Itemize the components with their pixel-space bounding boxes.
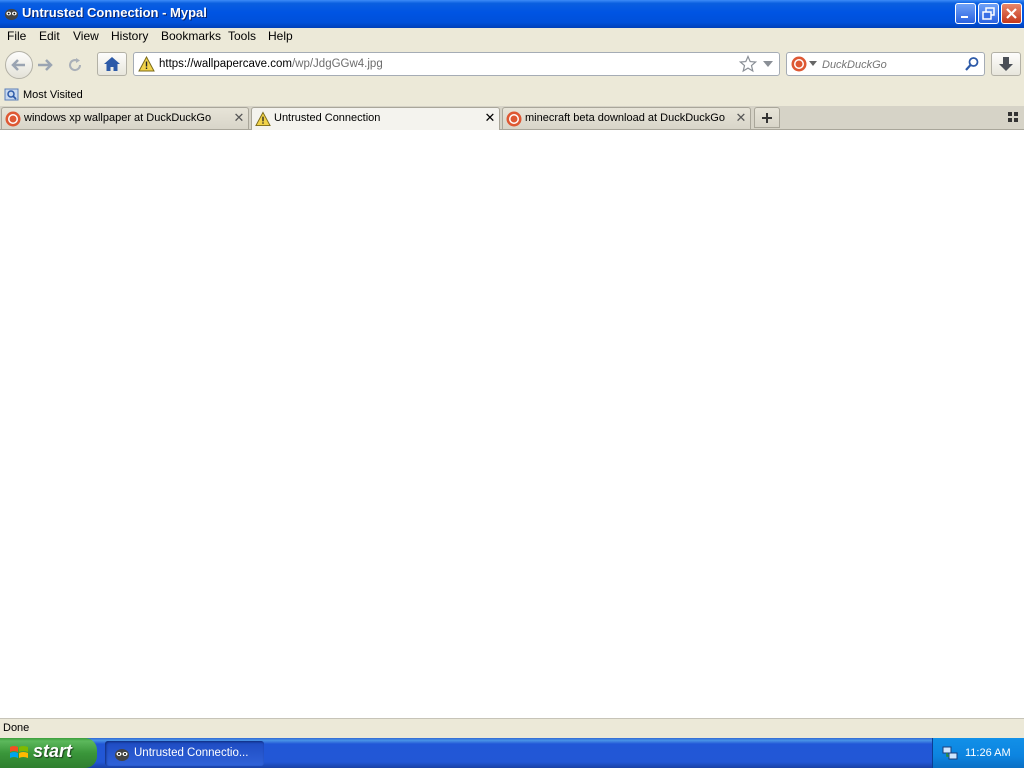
most-visited-folder-icon[interactable] [4,87,19,102]
tab-minecraft-search[interactable]: minecraft beta download at DuckDuckGo ✕ [502,107,751,129]
bookmark-star-icon[interactable] [739,55,757,73]
close-button[interactable] [1001,3,1022,24]
downloads-button[interactable] [991,52,1021,76]
menu-tools[interactable]: Tools [228,29,256,43]
download-arrow-icon [999,57,1013,71]
menu-view[interactable]: View [73,29,99,43]
chevron-down-icon[interactable] [762,58,774,70]
tab-label: Untrusted Connection [274,112,381,124]
restore-icon [982,7,995,20]
list-all-tabs-icon[interactable] [1007,111,1019,123]
mypal-app-icon [115,749,129,761]
network-icon[interactable] [942,745,958,761]
restore-button[interactable] [978,3,999,24]
back-arrow-icon [11,59,25,71]
url-path: /wp/JdgGGw4.jpg [291,58,383,70]
warning-icon [255,111,271,127]
search-icon[interactable] [964,56,980,72]
minimize-button[interactable] [955,3,976,24]
most-visited-bookmark[interactable]: Most Visited [23,89,83,101]
tab-duckduckgo-search[interactable]: windows xp wallpaper at DuckDuckGo ✕ [1,107,249,129]
window-title: Untrusted Connection - Mypal [22,5,207,20]
new-tab-button[interactable] [754,107,780,128]
forward-button[interactable] [33,56,57,74]
page-content[interactable] [0,130,1024,718]
clock[interactable]: 11:26 AM [965,747,1011,759]
close-icon [1006,8,1017,19]
bookmarks-toolbar [0,86,1024,106]
minimize-icon [961,16,968,18]
menu-history[interactable]: History [111,29,148,43]
search-input[interactable] [822,57,962,72]
home-button[interactable] [97,52,127,76]
windows-logo-icon [10,746,28,758]
back-button[interactable] [5,51,33,79]
duckduckgo-icon [506,111,522,127]
url-host: https://wallpapercave.com [159,58,292,70]
menu-bar [0,28,1024,46]
status-text: Done [3,722,30,734]
url-text[interactable]: https://wallpapercave.com/wp/JdgGGw4.jpg [159,58,383,70]
reload-button[interactable] [65,56,85,74]
tab-close-icon[interactable]: ✕ [483,111,497,125]
tab-label: windows xp wallpaper at DuckDuckGo [24,112,212,124]
menu-file[interactable]: File [7,29,26,43]
mypal-app-icon [4,8,19,21]
duckduckgo-icon [5,111,21,127]
menu-bookmarks[interactable]: Bookmarks [161,29,221,43]
duckduckgo-icon[interactable] [791,56,807,72]
plus-icon [762,113,772,123]
home-icon [104,57,120,71]
tab-label: minecraft beta download at DuckDuckGo [525,112,725,124]
taskbar-item-label: Untrusted Connectio... [134,747,249,759]
status-bar [0,718,1024,738]
tab-untrusted-connection[interactable]: Untrusted Connection ✕ [251,107,500,130]
menu-edit[interactable]: Edit [39,29,60,43]
tab-close-icon[interactable]: ✕ [734,111,748,125]
tab-close-icon[interactable]: ✕ [232,111,246,125]
menu-help[interactable]: Help [268,29,293,43]
warning-icon[interactable] [138,56,155,72]
start-label: start [33,741,73,761]
chevron-down-icon[interactable] [809,61,817,67]
